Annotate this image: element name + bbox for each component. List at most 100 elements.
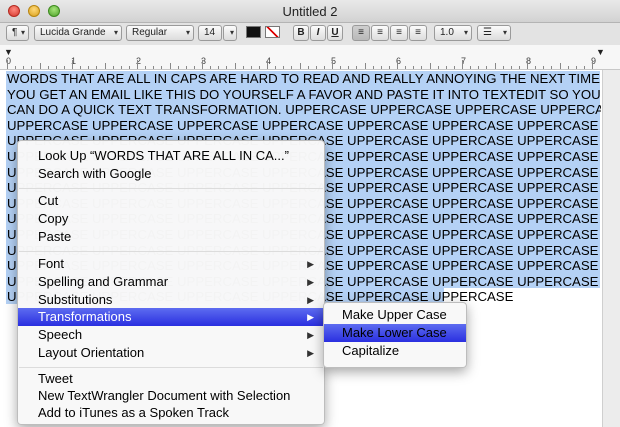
ruler-tick [388,66,390,69]
ruler-tick [210,66,212,69]
menu-item-label: Look Up “WORDS THAT ARE ALL IN CA...” [38,148,289,163]
ruler-tick [380,66,382,69]
ruler-tick [275,66,277,69]
ruler-tick [226,66,228,69]
menu-item-look-up[interactable]: Look Up “WORDS THAT ARE ALL IN CA...” [18,147,324,165]
ruler-tick [372,66,374,69]
ruler-tick [267,60,268,69]
ruler-tick [340,66,342,69]
ruler-tick [169,63,171,69]
menu-item-capitalize[interactable]: Capitalize [324,342,466,360]
align-left-button[interactable]: ≡ [352,25,370,41]
ruler-tick [429,63,431,69]
align-right-button[interactable]: ≡ [390,25,408,41]
justify-icon: ≡ [415,27,421,38]
list-style-popup[interactable]: ☰ ▾ [477,25,511,41]
ruler-tick [193,66,195,69]
menu-item-search-google[interactable]: Search with Google [18,165,324,183]
line-spacing-popup[interactable]: 1.0 ▾ [434,25,472,41]
menu-item-make-upper-case[interactable]: Make Upper Case [324,306,466,324]
ruler-tick [397,60,398,69]
menu-separator [19,251,323,252]
justify-button[interactable]: ≡ [409,25,427,41]
paragraph-style-popup[interactable]: ¶ ▾ [6,25,29,41]
ruler-tick [145,66,147,69]
menu-item-tweet[interactable]: Tweet [18,370,324,388]
menu-item-spelling-grammar[interactable]: Spelling and Grammar ▶ [18,273,324,291]
submenu-arrow-icon: ▶ [307,348,314,358]
font-size-stepper[interactable]: ▾ [223,25,237,41]
chevron-down-icon: ▾ [463,28,468,37]
ruler-tick [502,66,504,69]
menu-item-label: Add to iTunes as a Spoken Track [38,405,230,420]
ruler-tick [55,66,57,69]
menu-item-paste[interactable]: Paste [18,228,324,246]
menu-separator [19,188,323,189]
ruler-tick [39,63,41,69]
menu-item-transformations[interactable]: Transformations ▶ [18,308,324,326]
window-title: Untitled 2 [282,4,338,19]
ruler[interactable]: ▼ ▼ 0 1 2 3 4 5 6 7 8 9 [0,45,620,70]
ruler-tick [96,66,98,69]
menu-item-substitutions[interactable]: Substitutions ▶ [18,291,324,309]
text-color-well[interactable] [246,26,261,38]
bold-button[interactable]: B [293,25,309,41]
ruler-tick [104,63,106,69]
ruler-tick [405,66,407,69]
font-style-popup[interactable]: Regular ▾ [126,25,194,41]
menu-separator [19,367,323,368]
ruler-tick [332,60,333,69]
ruler-tick [137,60,138,69]
ruler-tick [583,66,585,69]
font-style-value: Regular [132,27,168,38]
ruler-tick [234,63,236,69]
text-line: UPPERCASE UPPERCASE UPPERCASE UPPERCASE … [7,117,599,133]
ruler-tick [592,60,593,69]
ruler-tick [518,66,520,69]
menu-item-layout-orientation[interactable]: Layout Orientation ▶ [18,344,324,362]
menu-item-label: Transformations [38,309,132,324]
format-toolbar: ¶ ▾ Lucida Grande ▾ Regular ▾ 14 ▾ B I U ≡ … [0,23,620,45]
highlight-color-well[interactable] [265,26,280,38]
menu-item-copy[interactable]: Copy [18,210,324,228]
menu-item-label: Capitalize [342,343,400,358]
italic-button[interactable]: I [310,25,326,41]
ruler-tick [535,66,537,69]
ruler-tick [462,60,463,69]
menu-item-speech[interactable]: Speech ▶ [18,326,324,344]
underline-button[interactable]: U [327,25,343,41]
ruler-tick [161,66,163,69]
menu-item-cut[interactable]: Cut [18,192,324,210]
ruler-tick [510,66,512,69]
font-family-popup[interactable]: Lucida Grande ▾ [34,25,122,41]
ruler-tick [567,66,569,69]
chevron-down-icon: ▾ [113,28,118,37]
font-family-value: Lucida Grande [40,27,106,38]
menu-item-add-to-itunes[interactable]: Add to iTunes as a Spoken Track [18,404,324,422]
font-size-value: 14 [204,27,216,38]
paragraph-icon: ¶ [12,27,18,38]
context-menu: Look Up “WORDS THAT ARE ALL IN CA...” Se… [17,140,325,425]
ruler-tick [421,66,423,69]
menu-item-label: Spelling and Grammar [38,274,169,289]
menu-item-new-textwrangler-doc[interactable]: New TextWrangler Document with Selection [18,387,324,405]
ruler-tick [250,66,252,69]
menu-item-make-lower-case[interactable]: Make Lower Case [324,324,466,342]
line-spacing-value: 1.0 [440,27,454,38]
ruler-tick [486,66,488,69]
ruler-tick [242,66,244,69]
font-size-field[interactable]: 14 [198,25,222,41]
ruler-tick [7,60,8,69]
transformations-submenu: Make Upper Case Make Lower Case Capitali… [323,302,467,368]
ruler-tick [413,66,415,69]
submenu-arrow-icon: ▶ [307,312,314,322]
ruler-tick [364,63,366,69]
title-bar: Untitled 2 [0,0,620,23]
ruler-tick [291,66,293,69]
right-margin-marker-icon[interactable]: ▼ [596,47,605,57]
vertical-scrollbar[interactable] [602,70,620,427]
align-center-button[interactable]: ≡ [371,25,389,41]
menu-item-font[interactable]: Font ▶ [18,255,324,273]
ruler-tick [543,66,545,69]
ruler-tick [202,60,203,69]
